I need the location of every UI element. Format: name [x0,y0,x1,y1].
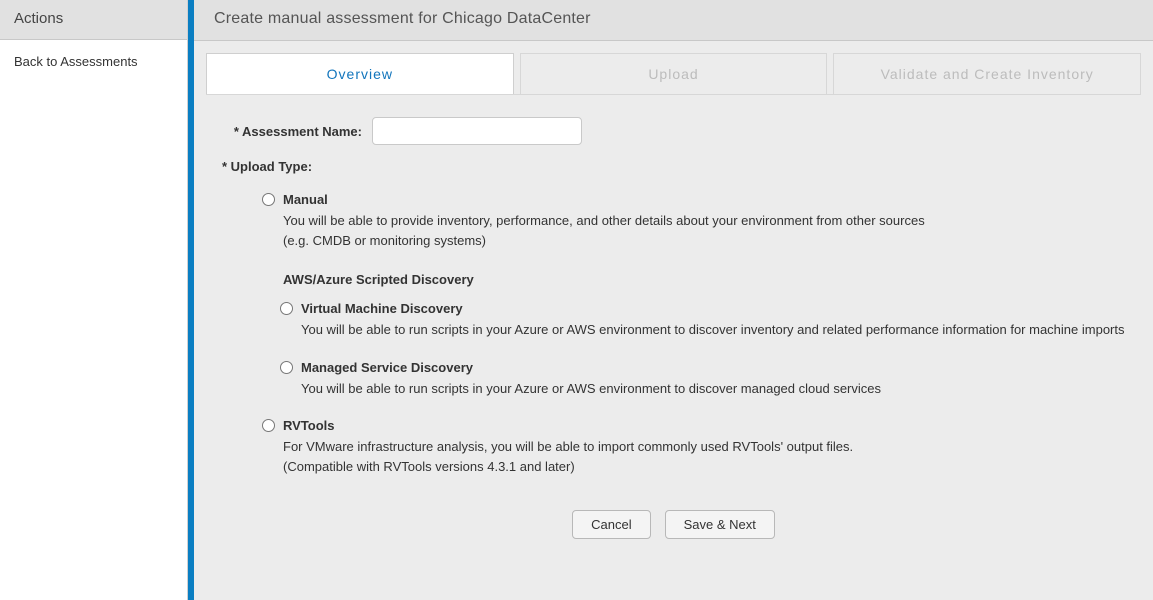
assessment-name-input[interactable] [372,117,582,145]
wizard-tabs: Overview Upload Validate and Create Inve… [194,41,1153,94]
sidebar-title: Actions [0,0,187,40]
assessment-name-label: * Assessment Name: [222,124,372,139]
upload-type-label: * Upload Type: [222,159,1125,174]
option-rvtools: RVTools For VMware infrastructure analys… [262,418,1125,476]
option-manual-title: Manual [283,192,328,207]
button-row: Cancel Save & Next [222,498,1125,569]
tab-upload: Upload [520,53,828,94]
option-vm-discovery: Virtual Machine Discovery You will be ab… [280,301,1125,340]
tab-validate: Validate and Create Inventory [833,53,1141,94]
option-rvtools-desc2: (Compatible with RVTools versions 4.3.1 … [283,459,575,474]
option-rvtools-desc1: For VMware infrastructure analysis, you … [283,439,853,454]
actions-sidebar: Actions Back to Assessments [0,0,188,600]
radio-vm-discovery[interactable] [280,302,293,315]
tab-overview[interactable]: Overview [206,53,514,94]
save-next-button[interactable]: Save & Next [665,510,775,539]
option-managed-title: Managed Service Discovery [301,360,473,375]
main-panel: Create manual assessment for Chicago Dat… [194,0,1153,600]
option-manual: Manual You will be able to provide inven… [262,192,1125,250]
radio-rvtools[interactable] [262,419,275,432]
page-title: Create manual assessment for Chicago Dat… [194,0,1153,41]
option-vm-title: Virtual Machine Discovery [301,301,463,316]
radio-manual[interactable] [262,193,275,206]
option-manual-desc1: You will be able to provide inventory, p… [283,213,925,228]
option-manual-desc2: (e.g. CMDB or monitoring systems) [283,233,486,248]
cancel-button[interactable]: Cancel [572,510,650,539]
back-to-assessments-link[interactable]: Back to Assessments [14,54,138,69]
option-vm-desc: You will be able to run scripts in your … [301,320,1125,340]
option-managed-discovery: Managed Service Discovery You will be ab… [280,360,1125,399]
form-area: * Assessment Name: * Upload Type: Manual… [194,95,1153,569]
radio-managed-discovery[interactable] [280,361,293,374]
scripted-discovery-heading: AWS/Azure Scripted Discovery [283,272,1125,287]
option-rvtools-title: RVTools [283,418,335,433]
option-managed-desc: You will be able to run scripts in your … [301,379,1125,399]
